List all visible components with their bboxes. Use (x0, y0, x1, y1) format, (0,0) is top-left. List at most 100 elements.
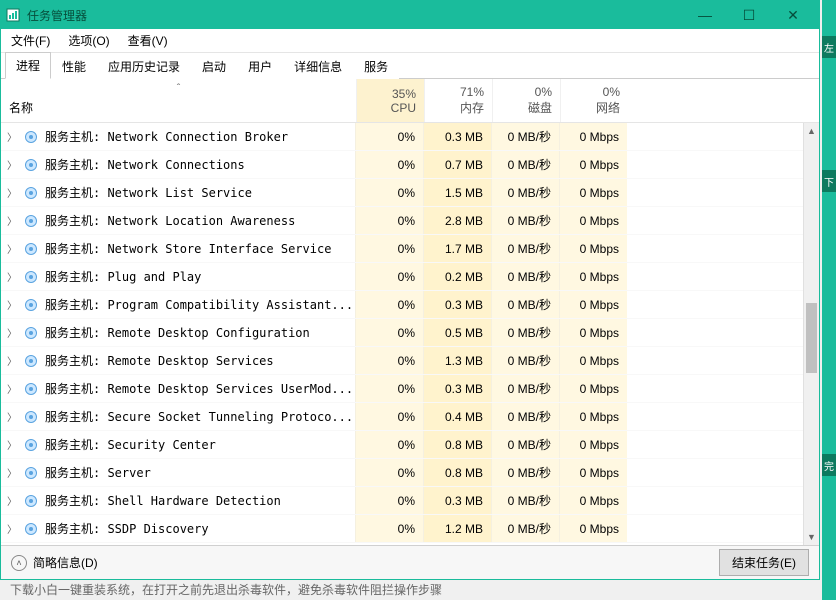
cell-cpu: 0% (355, 515, 423, 542)
cell-network: 0 Mbps (559, 207, 627, 234)
expand-icon[interactable]: 〉 (1, 521, 19, 536)
network-percent: 0% (603, 85, 620, 99)
process-name: 服务主机: SSDP Discovery (45, 520, 355, 537)
cell-memory: 0.5 MB (423, 319, 491, 346)
cell-network: 0 Mbps (559, 487, 627, 514)
table-row[interactable]: 〉 服务主机: Secure Socket Tunneling Protoco..… (1, 403, 803, 431)
close-button[interactable]: ✕ (771, 1, 815, 29)
column-header-network[interactable]: 0% 网络 (560, 79, 628, 122)
expand-icon[interactable]: 〉 (1, 269, 19, 284)
expand-icon[interactable]: 〉 (1, 241, 19, 256)
cell-disk: 0 MB/秒 (491, 123, 559, 150)
cell-disk: 0 MB/秒 (491, 459, 559, 486)
maximize-button[interactable]: ☐ (727, 1, 771, 29)
expand-icon[interactable]: 〉 (1, 213, 19, 228)
expand-icon[interactable]: 〉 (1, 325, 19, 340)
table-row[interactable]: 〉服务主机: Network Store Interface Service0%… (1, 235, 803, 263)
scrollbar-thumb[interactable] (806, 303, 817, 373)
service-icon (23, 129, 39, 145)
cell-network: 0 Mbps (559, 123, 627, 150)
end-task-button[interactable]: 结束任务(E) (719, 549, 809, 576)
menu-view[interactable]: 查看(V) (124, 30, 172, 51)
tab-startup[interactable]: 启动 (191, 53, 237, 79)
cell-cpu: 0% (355, 459, 423, 486)
scroll-down-icon[interactable]: ▼ (804, 529, 819, 545)
expand-icon[interactable]: 〉 (1, 129, 19, 144)
column-header-cpu[interactable]: 35% CPU (356, 79, 424, 122)
tab-details[interactable]: 详细信息 (283, 53, 353, 79)
table-row[interactable]: 〉服务主机: Network Location Awareness0%2.8 M… (1, 207, 803, 235)
expand-icon[interactable]: 〉 (1, 493, 19, 508)
minimize-button[interactable]: ― (683, 1, 727, 29)
process-name: 服务主机: Security Center (45, 436, 355, 453)
cell-memory: 0.4 MB (423, 403, 491, 430)
column-header-memory[interactable]: 71% 内存 (424, 79, 492, 122)
service-icon (23, 493, 39, 509)
tab-app-history[interactable]: 应用历史记录 (97, 53, 191, 79)
process-name: 服务主机: Secure Socket Tunneling Protoco... (45, 408, 355, 425)
content-area: ˆ 名称 35% CPU 71% 内存 0% 磁盘 0% 网络 〉服务主机: N… (1, 79, 819, 545)
table-row[interactable]: 〉服务主机: Remote Desktop Services0%1.3 MB0 … (1, 347, 803, 375)
background-strip (822, 0, 836, 600)
expand-icon[interactable]: 〉 (1, 381, 19, 396)
table-row[interactable]: 〉服务主机: Remote Desktop Configuration0%0.5… (1, 319, 803, 347)
tab-users[interactable]: 用户 (237, 53, 283, 79)
scroll-up-icon[interactable]: ▲ (804, 123, 819, 139)
scrollbar-vertical[interactable]: ▲ ▼ (803, 123, 819, 545)
sort-indicator-icon: ˆ (177, 83, 180, 94)
expand-icon[interactable]: 〉 (1, 353, 19, 368)
expand-icon[interactable]: 〉 (1, 465, 19, 480)
cell-memory: 0.3 MB (423, 123, 491, 150)
menu-options[interactable]: 选项(O) (64, 30, 113, 51)
table-row[interactable]: 〉服务主机: Server0%0.8 MB0 MB/秒0 Mbps (1, 459, 803, 487)
cell-disk: 0 MB/秒 (491, 319, 559, 346)
service-icon (23, 521, 39, 537)
statusbar: ˄ 简略信息(D) 结束任务(E) (1, 545, 819, 579)
expand-icon[interactable]: 〉 (1, 297, 19, 312)
tabsbar: 进程 性能 应用历史记录 启动 用户 详细信息 服务 (1, 53, 819, 79)
cell-memory: 1.3 MB (423, 347, 491, 374)
cell-disk: 0 MB/秒 (491, 375, 559, 402)
window-controls: ― ☐ ✕ (683, 1, 815, 29)
cell-network: 0 Mbps (559, 263, 627, 290)
cell-disk: 0 MB/秒 (491, 235, 559, 262)
table-row[interactable]: 〉服务主机: Remote Desktop Services UserMod..… (1, 375, 803, 403)
service-icon (23, 213, 39, 229)
table-row[interactable]: 〉服务主机: Security Center0%0.8 MB0 MB/秒0 Mb… (1, 431, 803, 459)
expand-icon[interactable]: 〉 (1, 437, 19, 452)
titlebar[interactable]: 任务管理器 ― ☐ ✕ (1, 1, 819, 29)
tab-processes[interactable]: 进程 (5, 52, 51, 79)
table-row[interactable]: 〉服务主机: Network Connection Broker0%0.3 MB… (1, 123, 803, 151)
cell-cpu: 0% (355, 123, 423, 150)
fewer-details-toggle[interactable]: ˄ 简略信息(D) (11, 554, 98, 571)
cell-cpu: 0% (355, 403, 423, 430)
service-icon (23, 381, 39, 397)
tab-performance[interactable]: 性能 (51, 53, 97, 79)
expand-icon[interactable]: 〉 (1, 185, 19, 200)
cell-memory: 0.7 MB (423, 151, 491, 178)
table-row[interactable]: 〉服务主机: Shell Hardware Detection0%0.3 MB0… (1, 487, 803, 515)
column-header-name[interactable]: ˆ 名称 (1, 79, 356, 122)
cpu-percent: 35% (392, 87, 416, 101)
column-header-disk[interactable]: 0% 磁盘 (492, 79, 560, 122)
cell-cpu: 0% (355, 179, 423, 206)
cell-memory: 1.7 MB (423, 235, 491, 262)
expand-icon[interactable]: 〉 (1, 157, 19, 172)
table-row[interactable]: 〉服务主机: SSDP Discovery0%1.2 MB0 MB/秒0 Mbp… (1, 515, 803, 543)
service-icon (23, 409, 39, 425)
table-row[interactable]: 〉服务主机: Plug and Play0%0.2 MB0 MB/秒0 Mbps (1, 263, 803, 291)
cell-disk: 0 MB/秒 (491, 347, 559, 374)
process-name: 服务主机: Network List Service (45, 184, 355, 201)
cell-cpu: 0% (355, 207, 423, 234)
menu-file[interactable]: 文件(F) (7, 30, 54, 51)
process-name: 服务主机: Remote Desktop Services (45, 352, 355, 369)
table-row[interactable]: 〉服务主机: Network Connections0%0.7 MB0 MB/秒… (1, 151, 803, 179)
tab-services[interactable]: 服务 (353, 53, 399, 79)
cell-network: 0 Mbps (559, 235, 627, 262)
table-row[interactable]: 〉服务主机: Program Compatibility Assistant..… (1, 291, 803, 319)
process-name: 服务主机: Server (45, 464, 355, 481)
expand-icon[interactable]: 〉 (1, 409, 19, 424)
cell-cpu: 0% (355, 263, 423, 290)
table-row[interactable]: 〉服务主机: Network List Service0%1.5 MB0 MB/… (1, 179, 803, 207)
service-icon (23, 325, 39, 341)
